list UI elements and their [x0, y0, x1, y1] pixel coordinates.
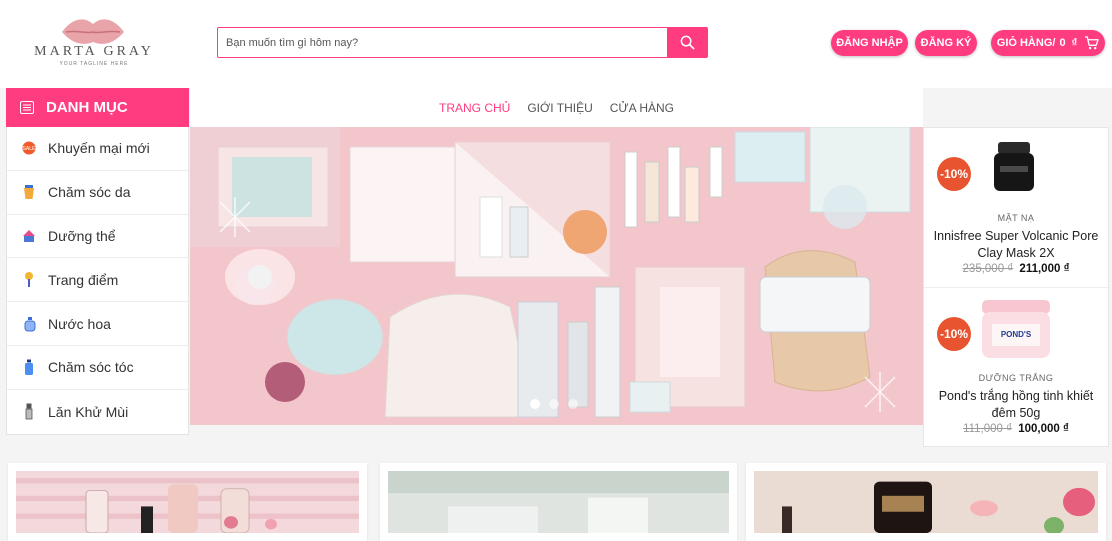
- promo-image-jars: [754, 471, 1098, 535]
- category-item-label: Chăm sóc da: [48, 184, 131, 201]
- new-price: 211,000 ₫: [1019, 263, 1070, 275]
- lips-logo-icon: [62, 19, 124, 44]
- featured-products: -10% MẶT NẠ Innisfree Super Volcanic Por…: [923, 127, 1109, 447]
- promo-card[interactable]: [746, 463, 1106, 541]
- category-item-label: Nước hoa: [48, 315, 111, 332]
- login-button[interactable]: ĐĂNG NHẬP: [831, 30, 908, 56]
- product-image-innisfree[interactable]: [984, 136, 1044, 196]
- category-item-label: Chăm sóc tóc: [48, 359, 134, 376]
- category-item-body-care[interactable]: Dưỡng thể: [7, 215, 188, 259]
- discount-badge: -10%: [937, 157, 971, 191]
- product-card[interactable]: -10% POND'S DƯỠNG TRẮNG Pond's trắng hồn…: [924, 288, 1108, 448]
- search-button[interactable]: [667, 27, 707, 58]
- category-item-label: Lăn Khử Mùi: [48, 403, 129, 420]
- product-price: 235,000 ₫ 211,000 ₫: [924, 263, 1108, 275]
- hero-slider[interactable]: [190, 127, 923, 425]
- category-header[interactable]: DANH MỤC: [6, 88, 189, 127]
- skincare-icon: [21, 183, 37, 201]
- search-box: [217, 27, 708, 58]
- slider-dot[interactable]: [568, 399, 578, 409]
- category-item-sale[interactable]: SALE Khuyến mại mới: [7, 127, 188, 171]
- cart-label: GIỎ HÀNG/: [996, 37, 1056, 49]
- product-name[interactable]: Innisfree Super Volcanic Pore Clay Mask …: [930, 228, 1102, 262]
- product-category: DƯỠNG TRẮNG: [978, 373, 1054, 383]
- promo-card[interactable]: [380, 463, 737, 541]
- product-image-ponds[interactable]: POND'S: [978, 296, 1054, 364]
- nav-shop[interactable]: CỬA HÀNG: [610, 101, 674, 115]
- slider-dots: [530, 399, 578, 409]
- promo-image-products: [16, 471, 359, 534]
- product-price: 111,000 ₫ 100,000 ₫: [924, 423, 1108, 435]
- product-category: MẶT NẠ: [997, 213, 1035, 223]
- nav-home[interactable]: TRANG CHỦ: [439, 101, 510, 115]
- body-lotion-icon: [21, 227, 37, 245]
- promo-card[interactable]: [8, 463, 367, 541]
- sale-icon: SALE: [21, 139, 37, 157]
- list-icon: [20, 101, 34, 114]
- makeup-brush-icon: [21, 271, 37, 289]
- category-list: SALE Khuyến mại mới Chăm sóc da Dưỡng th…: [6, 127, 189, 435]
- site-header: MARTA GRAY YOUR TAGLINE HERE ĐĂNG NHẬP Đ…: [0, 0, 1112, 88]
- cart-currency: ₫: [1071, 37, 1078, 49]
- search-input[interactable]: [218, 28, 668, 57]
- new-price: 100,000 ₫: [1018, 423, 1069, 435]
- register-button[interactable]: ĐĂNG KÝ: [915, 30, 977, 56]
- logo-brand-name: MARTA GRAY: [34, 44, 154, 59]
- category-item-hair-care[interactable]: Chăm sóc tóc: [7, 346, 188, 390]
- svg-text:POND'S: POND'S: [1001, 330, 1032, 339]
- old-price: 111,000 ₫: [963, 423, 1013, 435]
- nav-about[interactable]: GIỚI THIỆU: [527, 101, 592, 115]
- perfume-icon: [21, 315, 37, 333]
- hair-care-icon: [21, 358, 37, 376]
- category-title: DANH MỤC: [46, 99, 128, 116]
- product-card[interactable]: -10% MẶT NẠ Innisfree Super Volcanic Por…: [924, 128, 1108, 288]
- cart-amount: 0: [1059, 37, 1066, 49]
- site-logo[interactable]: MARTA GRAY YOUR TAGLINE HERE: [26, 12, 162, 72]
- category-item-label: Khuyến mại mới: [48, 140, 150, 157]
- category-item-makeup[interactable]: Trang điểm: [7, 258, 188, 303]
- banner-image: [190, 127, 923, 425]
- discount-badge: -10%: [937, 317, 971, 351]
- category-item-label: Trang điểm: [48, 271, 119, 288]
- deodorant-icon: [21, 403, 37, 421]
- old-price: 235,000 ₫: [962, 263, 1014, 275]
- promo-image-cosmetics: [388, 471, 729, 533]
- search-icon: [680, 35, 695, 50]
- cart-button[interactable]: GIỎ HÀNG/ 0 ₫: [991, 30, 1105, 56]
- cart-icon: [1085, 36, 1099, 50]
- main-nav: TRANG CHỦ GIỚI THIỆU CỬA HÀNG: [190, 88, 923, 127]
- category-item-label: Dưỡng thể: [48, 227, 116, 244]
- slider-dot[interactable]: [549, 399, 559, 409]
- product-name[interactable]: Pond's trắng hồng tinh khiết đêm 50g: [930, 388, 1102, 422]
- logo-tagline: YOUR TAGLINE HERE: [59, 61, 129, 67]
- slider-dot[interactable]: [530, 399, 540, 409]
- category-item-skincare[interactable]: Chăm sóc da: [7, 171, 188, 215]
- category-item-perfume[interactable]: Nước hoa: [7, 302, 188, 346]
- svg-text:SALE: SALE: [23, 146, 36, 152]
- category-item-deodorant[interactable]: Lăn Khử Mùi: [7, 390, 188, 434]
